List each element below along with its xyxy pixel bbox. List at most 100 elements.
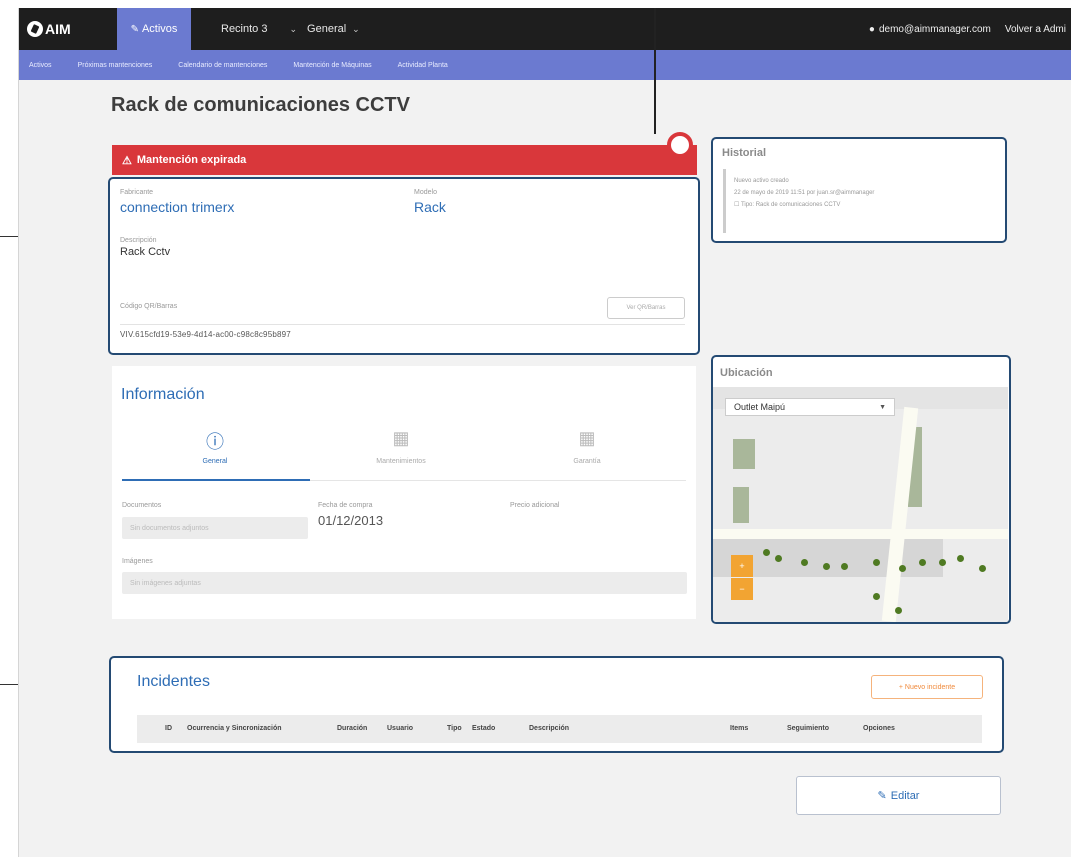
info-icon: ⓘ	[206, 432, 224, 452]
column-header[interactable]: Usuario	[387, 725, 413, 732]
column-header[interactable]: ID	[165, 725, 172, 732]
expired-maintenance-alert: ⚠ Mantención expirada	[112, 145, 697, 175]
warning-icon: ⚠	[122, 154, 132, 167]
caret-down-icon: ▼	[879, 403, 886, 411]
map-tree	[899, 565, 906, 572]
description-label: Descripción	[120, 237, 157, 244]
column-header[interactable]: Items	[730, 725, 748, 732]
edit-button-label: Editar	[890, 789, 920, 802]
asset-info-card: Fabricante connection trimerx Modelo Rac…	[108, 177, 700, 355]
view-code-button[interactable]: Ver QR/Barras	[607, 297, 685, 319]
alert-marker-icon	[667, 132, 693, 158]
column-header[interactable]: Ocurrencia y Sincronización	[187, 725, 282, 732]
informacion-title: Información	[121, 386, 205, 403]
images-field[interactable]: Sin imágenes adjuntas	[122, 572, 687, 594]
calendar-icon: ▦	[392, 428, 410, 448]
map-tree	[919, 559, 926, 566]
historial-title: Historial	[722, 147, 767, 159]
chevron-down-icon: ⌄	[289, 23, 298, 34]
history-entry: Nuevo activo creado 22 de mayo de 2019 1…	[723, 169, 995, 233]
tab-general-label: General	[202, 458, 228, 465]
zoom-in-button[interactable]: +	[731, 555, 753, 577]
model-label: Modelo	[414, 189, 437, 196]
logo-text: AIM	[45, 21, 71, 37]
page-frame: AIM ✎ Activos Recinto 3 ⌄ General ⌄ ● de…	[18, 8, 1071, 857]
code-divider	[120, 324, 685, 325]
column-header[interactable]: Descripción	[529, 725, 569, 732]
callout-line-top	[654, 8, 656, 134]
nav-recinto-label: Recinto 3	[221, 23, 268, 35]
tab-garantia-label: Garantía	[573, 458, 601, 465]
nav-general-dropdown[interactable]: General ⌄	[307, 23, 360, 35]
back-to-admin-link[interactable]: Volver a Admi	[1005, 24, 1066, 35]
model-value[interactable]: Rack	[414, 199, 446, 215]
map-road	[881, 406, 919, 622]
informacion-card: Información ⓘ General ▦ Mantenimientos ▦…	[112, 366, 696, 619]
nav-recinto-dropdown[interactable]: Recinto 3 ⌄	[221, 23, 297, 35]
nav-tab-activos[interactable]: ✎ Activos	[117, 8, 191, 50]
map-tree	[775, 555, 782, 562]
map-tree	[841, 563, 848, 570]
calendar-icon: ▦	[578, 428, 596, 448]
code-label: Código QR/Barras	[120, 303, 178, 310]
aim-logo-icon	[27, 21, 43, 37]
map-park	[733, 487, 749, 523]
edit-button[interactable]: ✎ Editar	[796, 776, 1001, 815]
description-value: Rack Cctv	[120, 246, 171, 258]
subnav-actividad-planta[interactable]: Actividad Planta	[398, 62, 448, 69]
documents-field[interactable]: Sin documentos adjuntos	[122, 517, 308, 539]
supplier-label: Precio adicional	[510, 502, 560, 509]
new-incident-button[interactable]: + Nuevo incidente	[871, 675, 983, 699]
sub-navbar: Activos Próximas mantenciones Calendario…	[19, 50, 1071, 80]
map-tree	[895, 607, 902, 614]
incidents-table-header: ID Ocurrencia y Sincronización Duración …	[137, 715, 982, 743]
tab-garantia[interactable]: ▦ Garantía	[494, 428, 680, 465]
subnav-activos[interactable]: Activos	[29, 62, 52, 69]
purchase-date-value: 01/12/2013	[318, 513, 384, 528]
site-select[interactable]: Outlet Maipú ▼	[725, 398, 895, 416]
map-tree	[979, 565, 986, 572]
zoom-out-button[interactable]: −	[731, 578, 753, 600]
subnav-calendario-mantenciones[interactable]: Calendario de mantenciones	[178, 62, 267, 69]
subnav-mantencion-maquinas[interactable]: Mantención de Máquinas	[293, 62, 371, 69]
column-header[interactable]: Opciones	[863, 725, 895, 732]
map-tree	[957, 555, 964, 562]
tab-mantenimientos[interactable]: ▦ Mantenimientos	[308, 428, 494, 465]
incidentes-card: Incidentes + Nuevo incidente ID Ocurrenc…	[109, 656, 1004, 753]
nav-general-label: General	[307, 23, 347, 35]
top-navbar: AIM ✎ Activos Recinto 3 ⌄ General ⌄ ● de…	[19, 8, 1071, 50]
tab-mantenimientos-label: Mantenimientos	[376, 458, 426, 465]
manufacturer-label: Fabricante	[120, 189, 154, 196]
incidentes-title: Incidentes	[137, 673, 210, 690]
tab-general[interactable]: ⓘ General	[122, 428, 308, 465]
column-header[interactable]: Estado	[472, 725, 495, 732]
column-header[interactable]: Seguimiento	[787, 725, 829, 732]
nav-user-area: ● demo@aimmanager.com Volver a Admi	[869, 24, 1071, 35]
map-tree	[763, 549, 770, 556]
history-line-2: 22 de mayo de 2019 11:51 por juan.sr@aim…	[734, 190, 875, 196]
column-header[interactable]: Tipo	[447, 725, 462, 732]
user-email[interactable]: demo@aimmanager.com	[879, 24, 991, 35]
user-icon: ●	[868, 23, 875, 35]
map-tree	[939, 559, 946, 566]
alert-text: Mantención expirada	[136, 154, 247, 166]
purchase-date-label: Fecha de compra	[318, 502, 373, 509]
manufacturer-value[interactable]: connection trimerx	[120, 199, 234, 215]
subnav-proximas-mantenciones[interactable]: Próximas mantenciones	[78, 62, 153, 69]
history-line-3: ☐ Tipo: Rack de comunicaciones CCTV	[734, 202, 841, 208]
ubicacion-card: Ubicación Outlet Maipú ▼ + −	[711, 355, 1011, 624]
chevron-down-icon: ⌄	[352, 23, 360, 34]
ubicacion-title: Ubicación	[720, 367, 773, 379]
logo[interactable]: AIM	[19, 21, 117, 37]
edit-icon: ✎	[877, 790, 887, 802]
wrench-icon: ✎	[130, 23, 139, 35]
map-tree	[873, 593, 880, 600]
column-header[interactable]: Duración	[337, 725, 367, 732]
site-select-value: Outlet Maipú	[734, 402, 786, 412]
location-map[interactable]: Outlet Maipú ▼ + −	[713, 387, 1008, 622]
page-title: Rack de comunicaciones CCTV	[111, 94, 410, 116]
map-tree	[873, 559, 880, 566]
history-line-1: Nuevo activo creado	[734, 178, 789, 184]
code-value: VIV.615cfd19-53e9-4d14-ac00-c98c8c95b897	[120, 330, 291, 339]
map-park	[733, 439, 755, 469]
